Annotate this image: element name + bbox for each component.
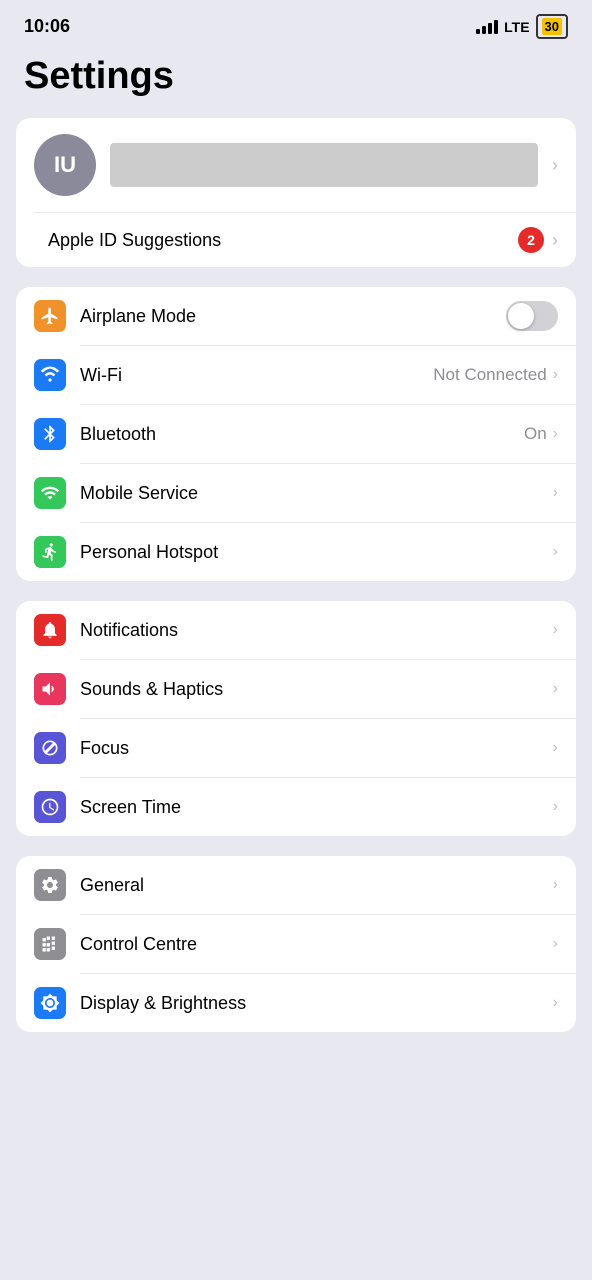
mobile-chevron: › xyxy=(553,484,558,502)
bluetooth-value: On xyxy=(524,424,547,444)
control-centre-label: Control Centre xyxy=(80,934,553,955)
focus-svg xyxy=(40,738,60,758)
screen-time-row[interactable]: Screen Time › xyxy=(16,778,576,836)
general-chevron: › xyxy=(553,876,558,894)
notifications-label: Notifications xyxy=(80,620,553,641)
battery-indicator: 30 xyxy=(536,14,568,39)
avatar: IU xyxy=(34,134,96,196)
focus-label: Focus xyxy=(80,738,553,759)
control-centre-row[interactable]: Control Centre › xyxy=(16,915,576,973)
airplane-svg xyxy=(40,306,60,326)
sounds-haptics-label: Sounds & Haptics xyxy=(80,679,553,700)
personal-hotspot-row[interactable]: Personal Hotspot › xyxy=(16,523,576,581)
mobile-service-label: Mobile Service xyxy=(80,483,553,504)
bluetooth-svg xyxy=(40,424,60,444)
profile-row[interactable]: IU › xyxy=(16,118,576,212)
wifi-svg xyxy=(40,365,60,385)
sounds-haptics-icon xyxy=(34,673,66,705)
personal-hotspot-icon xyxy=(34,536,66,568)
control-centre-icon xyxy=(34,928,66,960)
connectivity-card: Airplane Mode Wi-Fi Not Connected › Blue… xyxy=(16,287,576,581)
general-label: General xyxy=(80,875,553,896)
airplane-mode-label: Airplane Mode xyxy=(80,306,506,327)
airplane-mode-icon xyxy=(34,300,66,332)
apple-id-row[interactable]: Apple ID Suggestions 2 › xyxy=(16,213,576,267)
control-svg xyxy=(40,934,60,954)
airplane-mode-toggle[interactable] xyxy=(506,301,558,331)
display-brightness-icon xyxy=(34,987,66,1019)
bluetooth-icon xyxy=(34,418,66,450)
general-row[interactable]: General › xyxy=(16,856,576,914)
notifications-card: Notifications › Sounds & Haptics › Focus… xyxy=(16,601,576,836)
mobile-svg xyxy=(40,483,60,503)
page-title: Settings xyxy=(0,47,592,118)
status-time: 10:06 xyxy=(24,16,70,37)
mobile-service-row[interactable]: Mobile Service › xyxy=(16,464,576,522)
bluetooth-row[interactable]: Bluetooth On › xyxy=(16,405,576,463)
notifications-svg xyxy=(40,620,60,640)
general-card: General › Control Centre › Display & Bri… xyxy=(16,856,576,1032)
wifi-chevron: › xyxy=(553,366,558,384)
wifi-row[interactable]: Wi-Fi Not Connected › xyxy=(16,346,576,404)
sounds-svg xyxy=(40,679,60,699)
notifications-chevron: › xyxy=(553,621,558,639)
apple-id-label: Apple ID Suggestions xyxy=(48,230,518,251)
general-svg xyxy=(40,875,60,895)
wifi-label: Wi-Fi xyxy=(80,365,433,386)
sounds-chevron: › xyxy=(553,680,558,698)
bluetooth-label: Bluetooth xyxy=(80,424,524,445)
status-right: LTE 30 xyxy=(476,14,568,39)
focus-icon xyxy=(34,732,66,764)
avatar-initials: IU xyxy=(54,152,76,178)
profile-chevron: › xyxy=(552,155,558,176)
control-centre-chevron: › xyxy=(553,935,558,953)
screen-time-chevron: › xyxy=(553,798,558,816)
notifications-icon xyxy=(34,614,66,646)
toggle-knob xyxy=(508,303,534,329)
wifi-value: Not Connected xyxy=(433,365,546,385)
signal-bar-3 xyxy=(488,23,492,34)
display-brightness-label: Display & Brightness xyxy=(80,993,553,1014)
screentime-svg xyxy=(40,797,60,817)
notifications-row[interactable]: Notifications › xyxy=(16,601,576,659)
screen-time-label: Screen Time xyxy=(80,797,553,818)
signal-bars xyxy=(476,20,498,34)
display-brightness-row[interactable]: Display & Brightness › xyxy=(16,974,576,1032)
signal-bar-2 xyxy=(482,26,486,34)
wifi-icon xyxy=(34,359,66,391)
apple-id-chevron: › xyxy=(552,230,558,251)
sounds-haptics-row[interactable]: Sounds & Haptics › xyxy=(16,660,576,718)
apple-id-badge: 2 xyxy=(518,227,544,253)
display-svg xyxy=(40,993,60,1013)
status-bar: 10:06 LTE 30 xyxy=(0,0,592,47)
hotspot-svg xyxy=(40,542,60,562)
airplane-mode-row[interactable]: Airplane Mode xyxy=(16,287,576,345)
display-chevron: › xyxy=(553,994,558,1012)
profile-info-blurred xyxy=(110,143,538,187)
screen-time-icon xyxy=(34,791,66,823)
focus-chevron: › xyxy=(553,739,558,757)
battery-level: 30 xyxy=(542,18,562,35)
profile-card: IU › Apple ID Suggestions 2 › xyxy=(16,118,576,267)
signal-bar-4 xyxy=(494,20,498,34)
hotspot-chevron: › xyxy=(553,543,558,561)
lte-label: LTE xyxy=(504,19,529,35)
bluetooth-chevron: › xyxy=(553,425,558,443)
personal-hotspot-label: Personal Hotspot xyxy=(80,542,553,563)
mobile-service-icon xyxy=(34,477,66,509)
general-icon xyxy=(34,869,66,901)
focus-row[interactable]: Focus › xyxy=(16,719,576,777)
signal-bar-1 xyxy=(476,29,480,34)
